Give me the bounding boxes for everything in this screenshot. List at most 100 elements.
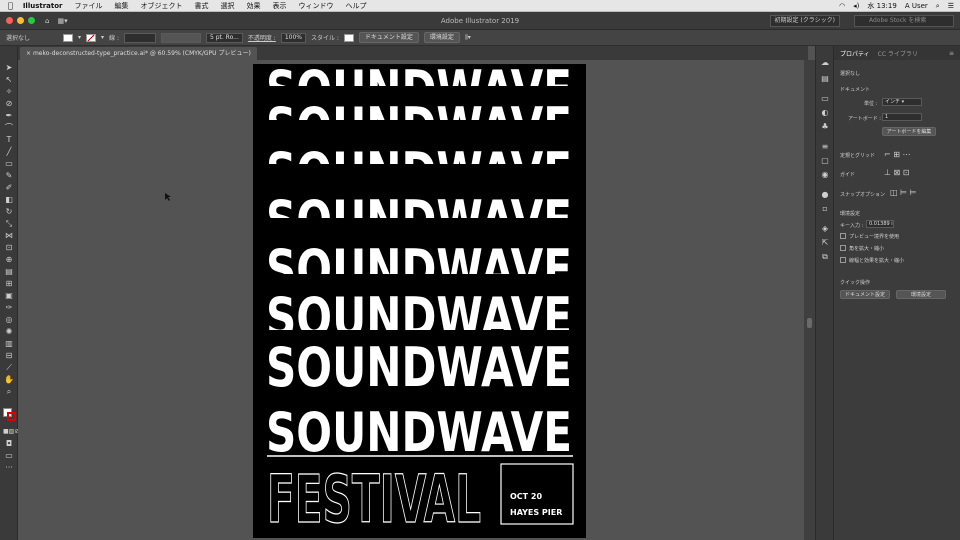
slice-tool-icon[interactable]: ⟋ bbox=[3, 362, 15, 373]
width-tool-icon[interactable]: ⋈ bbox=[3, 230, 15, 241]
eraser-tool-icon[interactable]: ◧ bbox=[3, 194, 15, 205]
direct-selection-tool-icon[interactable]: ↖ bbox=[3, 74, 15, 85]
blend-tool-icon[interactable]: ◎ bbox=[3, 314, 15, 325]
type-tool-icon[interactable]: T bbox=[3, 134, 15, 145]
magic-wand-tool-icon[interactable]: ✧ bbox=[3, 86, 15, 97]
appearance-icon[interactable]: ● bbox=[820, 190, 830, 200]
zoom-window-button[interactable] bbox=[28, 17, 35, 24]
screen-mode-icon[interactable]: ▭ bbox=[3, 450, 15, 461]
vertical-scrollbar[interactable] bbox=[804, 60, 815, 540]
tab-cc-libraries[interactable]: CC ライブラリ bbox=[878, 49, 918, 58]
document-tab[interactable]: × meko-deconstructed-type_practice.ai* @… bbox=[20, 47, 257, 60]
align-icon[interactable]: ⫼▾ bbox=[465, 34, 471, 42]
panel-menu-icon[interactable]: ≡ bbox=[949, 50, 954, 57]
color-mode-icon[interactable]: ■▨⊘ bbox=[3, 426, 19, 437]
rotate-tool-icon[interactable]: ↻ bbox=[3, 206, 15, 217]
wifi-icon[interactable]: ◠ bbox=[839, 2, 845, 10]
stroke-color-icon[interactable] bbox=[7, 412, 16, 421]
menu-select[interactable]: 選択 bbox=[221, 1, 235, 11]
apple-icon[interactable]:  bbox=[8, 1, 13, 10]
menu-effect[interactable]: 効果 bbox=[247, 1, 261, 11]
spotlight-icon[interactable]: ⌕ bbox=[936, 2, 940, 11]
lasso-tool-icon[interactable]: ⊘ bbox=[3, 98, 15, 109]
scale-tool-icon[interactable]: ⤡ bbox=[3, 218, 15, 229]
shape-builder-tool-icon[interactable]: ⊕ bbox=[3, 254, 15, 265]
brush-definition-dropdown[interactable]: 5 pt. Ro... bbox=[205, 32, 243, 43]
gradient-tool-icon[interactable]: ▣ bbox=[3, 290, 15, 301]
tab-properties[interactable]: プロパティ bbox=[840, 49, 870, 58]
units-dropdown[interactable]: インチ ▾ bbox=[882, 98, 922, 106]
transparency-icon[interactable]: ◉ bbox=[820, 170, 830, 180]
menu-help[interactable]: ヘルプ bbox=[346, 1, 367, 11]
gradient-panel-icon[interactable]: ▢ bbox=[820, 156, 830, 166]
perspective-grid-tool-icon[interactable]: ▤ bbox=[3, 266, 15, 277]
menu-clock[interactable]: 水 13:19 bbox=[867, 1, 896, 11]
document-setup-button[interactable]: ドキュメント設定 bbox=[358, 32, 419, 43]
line-tool-icon[interactable]: ╱ bbox=[3, 146, 15, 157]
edit-toolbar-icon[interactable]: ··· bbox=[3, 462, 15, 473]
artboard-dropdown[interactable]: 1 bbox=[882, 113, 922, 121]
scale-corners-checkbox[interactable] bbox=[840, 245, 846, 251]
links-icon[interactable]: ▭ bbox=[820, 94, 830, 104]
cc-libraries-icon[interactable]: ☁ bbox=[820, 58, 830, 68]
graphic-style-swatch[interactable] bbox=[343, 33, 354, 42]
fill-swatch[interactable] bbox=[63, 33, 74, 42]
menu-app-name[interactable]: Illustrator bbox=[23, 2, 63, 10]
opacity-label[interactable]: 不透明度 : bbox=[248, 33, 276, 42]
stroke-swatch[interactable] bbox=[86, 33, 97, 42]
minimize-window-button[interactable] bbox=[17, 17, 24, 24]
draw-mode-icon[interactable]: ◘ bbox=[3, 438, 15, 449]
paintbrush-tool-icon[interactable]: ✎ bbox=[3, 170, 15, 181]
menu-window[interactable]: ウィンドウ bbox=[299, 1, 334, 11]
scrollbar-thumb[interactable] bbox=[807, 318, 812, 328]
close-window-button[interactable] bbox=[6, 17, 13, 24]
edit-artboards-button[interactable]: アートボードを編集 bbox=[882, 127, 936, 136]
graphic-styles-icon[interactable]: ▫ bbox=[820, 204, 830, 214]
snap-icons[interactable]: ◫ ⊨ ⊨ bbox=[890, 188, 917, 197]
quick-document-setup-button[interactable]: ドキュメント設定 bbox=[840, 290, 890, 299]
opacity-field[interactable]: 100% bbox=[280, 32, 306, 43]
curvature-tool-icon[interactable]: ⌒ bbox=[3, 122, 15, 133]
hand-tool-icon[interactable]: ✋ bbox=[3, 374, 15, 385]
zoom-tool-icon[interactable]: ⌕ bbox=[3, 386, 15, 397]
menu-edit[interactable]: 編集 bbox=[115, 1, 129, 11]
home-icon[interactable]: ⌂ bbox=[45, 17, 49, 25]
image-trace-icon[interactable]: ◐ bbox=[820, 108, 830, 118]
chevron-down-icon[interactable]: ▾ bbox=[101, 34, 104, 41]
symbol-sprayer-tool-icon[interactable]: ✺ bbox=[3, 326, 15, 337]
free-transform-tool-icon[interactable]: ⊡ bbox=[3, 242, 15, 253]
layers-icon[interactable]: ◈ bbox=[820, 224, 830, 234]
artboards-icon[interactable]: ⧉ bbox=[820, 252, 830, 262]
notification-center-icon[interactable]: ☰ bbox=[948, 2, 954, 10]
symbols-icon[interactable]: ♣ bbox=[820, 122, 830, 132]
stroke-panel-icon[interactable]: ≡ bbox=[820, 142, 830, 152]
shaper-tool-icon[interactable]: ✐ bbox=[3, 182, 15, 193]
chevron-down-icon[interactable]: ▾ bbox=[78, 34, 81, 41]
workspace-switcher[interactable]: 初期設定 (クラシック) bbox=[769, 15, 840, 27]
artboard-tool-icon[interactable]: ⊟ bbox=[3, 350, 15, 361]
eyedropper-tool-icon[interactable]: ✑ bbox=[3, 302, 15, 313]
canvas[interactable]: SOUNDWAVE SOUNDWAVE SOUNDWAVE SOUNDWAVE … bbox=[18, 60, 804, 540]
export-icon[interactable]: ⇱ bbox=[820, 238, 830, 248]
properties-icon[interactable]: ▤ bbox=[820, 74, 830, 84]
guides-icons[interactable]: ⊥ ⊠ ⊡ bbox=[884, 168, 909, 177]
mesh-tool-icon[interactable]: ⊞ bbox=[3, 278, 15, 289]
arrange-documents-icon[interactable]: ▦▾ bbox=[57, 17, 67, 25]
preview-bounds-checkbox[interactable] bbox=[840, 233, 846, 239]
rulers-grid-icons[interactable]: ⌐ ⊞ ⋯ bbox=[884, 150, 911, 159]
key-input-field[interactable]: 0.01389 i bbox=[866, 220, 894, 228]
menu-type[interactable]: 書式 bbox=[195, 1, 209, 11]
stroke-weight-field[interactable] bbox=[123, 32, 156, 43]
menu-file[interactable]: ファイル bbox=[75, 1, 103, 11]
menu-view[interactable]: 表示 bbox=[273, 1, 287, 11]
selection-tool-icon[interactable]: ➤ bbox=[3, 62, 15, 73]
stock-search-input[interactable]: Adobe Stock を検索 bbox=[854, 15, 954, 27]
menu-user[interactable]: A User bbox=[905, 2, 928, 10]
graph-tool-icon[interactable]: ▥ bbox=[3, 338, 15, 349]
variable-width-profile[interactable] bbox=[160, 32, 201, 43]
menu-object[interactable]: オブジェクト bbox=[141, 1, 183, 11]
pen-tool-icon[interactable]: ✒ bbox=[3, 110, 15, 121]
volume-icon[interactable]: ◂) bbox=[853, 2, 859, 10]
quick-preferences-button[interactable]: 環境設定 bbox=[896, 290, 946, 299]
rectangle-tool-icon[interactable]: ▭ bbox=[3, 158, 15, 169]
